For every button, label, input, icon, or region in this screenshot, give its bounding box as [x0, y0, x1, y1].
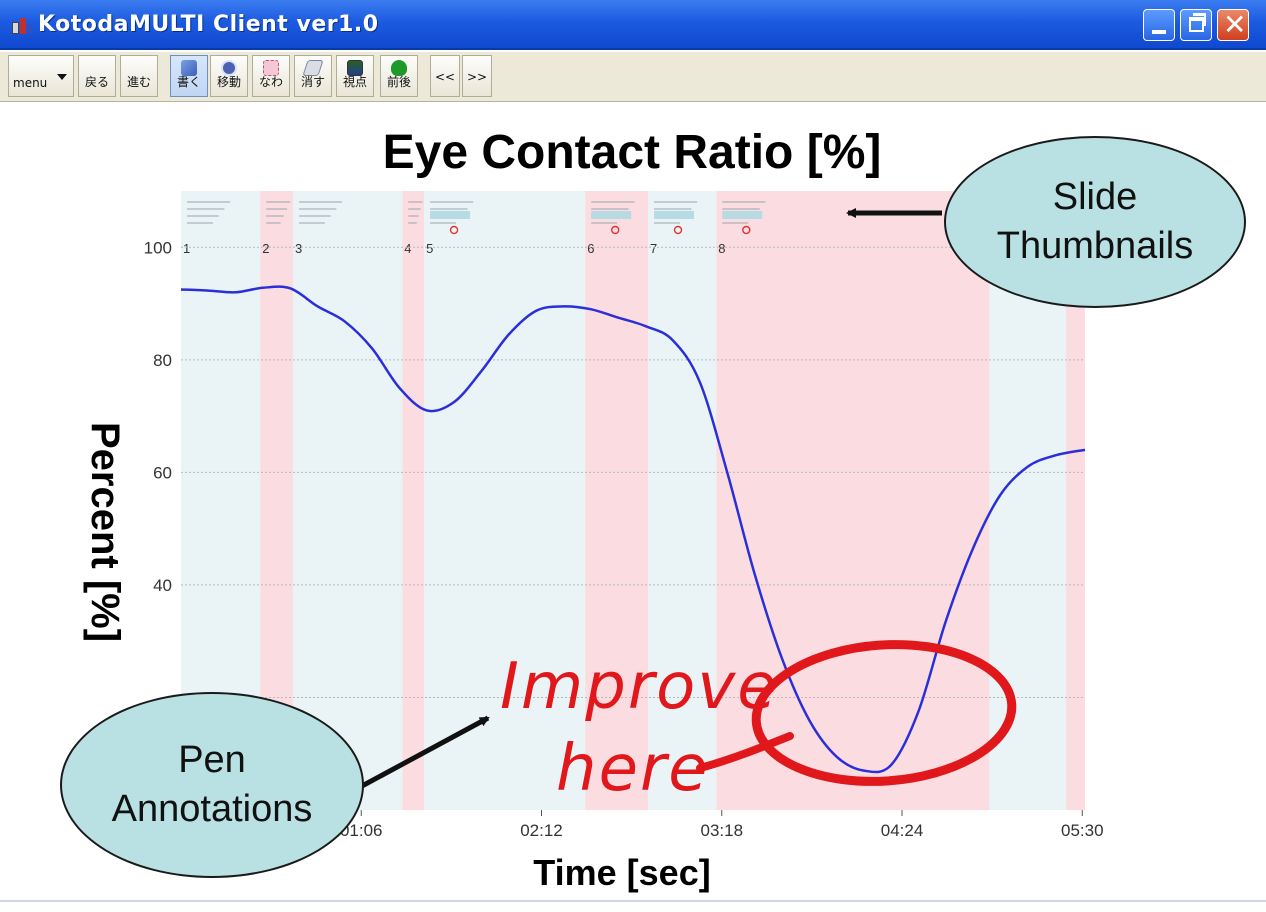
thumbnail-box — [430, 211, 471, 219]
close-button[interactable]: ✕ — [1217, 8, 1249, 41]
lasso-button[interactable]: なわ — [252, 55, 290, 97]
slide-number: 5 — [426, 241, 433, 256]
thumbnail-box — [722, 211, 763, 219]
y-tick-label: 60 — [153, 463, 172, 482]
y-axis-ticks: 40 60 80 100 — [144, 238, 172, 595]
write-button[interactable]: 書く — [170, 55, 208, 97]
restore-icon — [1189, 17, 1204, 32]
slide-number: 1 — [183, 241, 190, 256]
window-titlebar[interactable]: KotodaMULTI Client ver1.0 ✕ — [0, 0, 1266, 50]
pen-annotations-callout: Pen Annotations — [60, 692, 364, 878]
y-tick-label: 100 — [144, 238, 172, 257]
prev-button[interactable]: << — [430, 55, 460, 97]
y-tick-label: 40 — [153, 576, 172, 595]
slide-number: 3 — [295, 241, 302, 256]
order-label: 前後 — [386, 75, 411, 89]
back-button[interactable]: 戻る — [78, 55, 116, 97]
slide-number: 6 — [587, 241, 594, 256]
x-axis-ticks: 01:06 02:12 03:18 04:24 05:30 — [340, 810, 1104, 840]
lasso-label: なわ — [258, 75, 283, 89]
thumbnail-box — [591, 211, 632, 219]
maximize-button[interactable] — [1180, 9, 1212, 41]
erase-label: 消す — [300, 75, 325, 89]
slide-number: 2 — [262, 241, 269, 256]
pen-annotations-callout-text: Pen Annotations — [111, 738, 313, 830]
viewpoint-label: 視点 — [342, 75, 367, 89]
back-label: 戻る — [84, 75, 109, 89]
thumbnail-box — [654, 211, 695, 219]
minimize-icon — [1152, 30, 1166, 34]
slide-number: 4 — [404, 241, 411, 256]
chart-title: Eye Contact Ratio [%] — [383, 126, 882, 179]
minimize-button[interactable] — [1143, 9, 1175, 41]
slide-number: 7 — [650, 241, 657, 256]
move-label: 移動 — [216, 75, 241, 89]
viewpoint-button[interactable]: 視点 — [336, 55, 374, 97]
y-tick-label: 80 — [153, 351, 172, 370]
x-tick-label: 05:30 — [1061, 821, 1104, 840]
next-label: >> — [466, 70, 488, 84]
close-icon: ✕ — [1223, 8, 1247, 41]
slide-band — [402, 191, 425, 810]
move-button[interactable]: 移動 — [210, 55, 248, 97]
slide-number: 8 — [718, 241, 725, 256]
write-label: 書く — [176, 75, 201, 89]
annotation-text-here: here — [556, 732, 710, 806]
order-button[interactable]: 前後 — [380, 55, 418, 97]
x-tick-label: 03:18 — [700, 821, 743, 840]
x-tick-label: 02:12 — [520, 821, 563, 840]
erase-button[interactable]: 消す — [294, 55, 332, 97]
slide-thumbnails-callout-text: Slide Thumbnails — [996, 175, 1194, 267]
x-axis-label: Time [sec] — [533, 852, 710, 893]
chevron-down-icon — [57, 74, 67, 80]
window-bottom-edge — [0, 900, 1266, 912]
annotation-text-improve: Improve — [500, 650, 779, 724]
menu-button[interactable]: menu — [8, 55, 74, 97]
forward-button[interactable]: 進む — [120, 55, 158, 97]
app-icon — [12, 18, 32, 34]
toolbar: menu 戻る 進む 書く 移動 なわ 消す 視点 前後 << >> — [0, 52, 1266, 102]
prev-label: << — [434, 70, 456, 84]
slide-thumbnails-callout: Slide Thumbnails — [944, 136, 1246, 308]
x-tick-label: 04:24 — [881, 821, 924, 840]
forward-label: 進む — [126, 75, 151, 89]
window-title: KotodaMULTI Client ver1.0 — [38, 12, 379, 37]
next-button[interactable]: >> — [462, 55, 492, 97]
y-axis-label: Percent [%] — [83, 422, 127, 642]
